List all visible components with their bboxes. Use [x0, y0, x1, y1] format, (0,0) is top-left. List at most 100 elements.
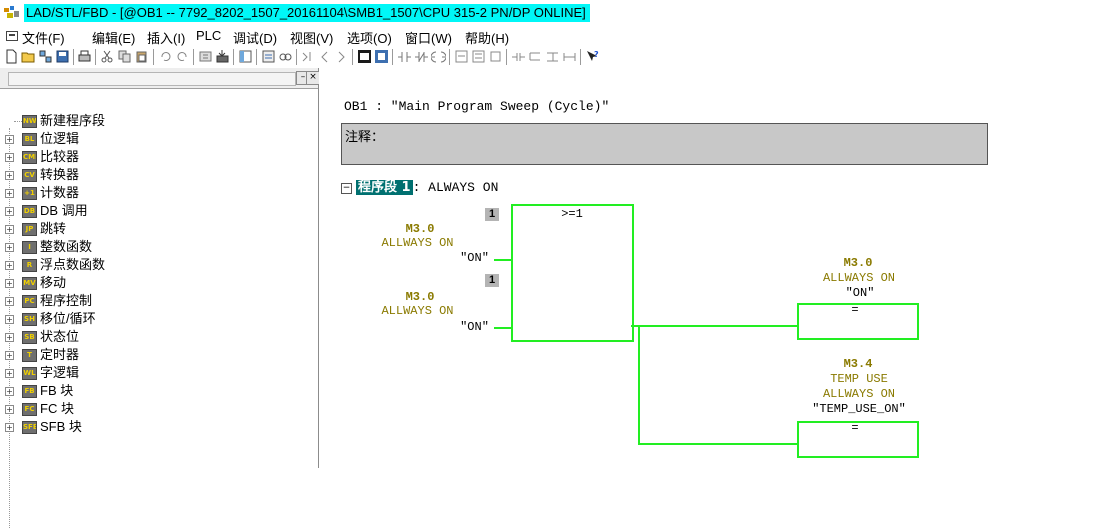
menu-edit[interactable]: 编辑(E) — [92, 28, 135, 47]
toolbar-separator — [449, 49, 450, 65]
redo-icon[interactable] — [175, 49, 190, 64]
coil2-symbol[interactable]: "TEMP_USE_ON" — [800, 402, 918, 416]
normally-closed-icon[interactable] — [414, 49, 429, 64]
accessible-nodes-icon[interactable] — [38, 49, 53, 64]
expand-icon[interactable]: + — [5, 315, 14, 324]
parallel-icon[interactable] — [528, 49, 543, 64]
tree-item-label: SFB 块 — [40, 419, 82, 434]
panel-caption-bar — [8, 72, 296, 86]
overview-icon[interactable] — [238, 49, 253, 64]
monitor-icon[interactable] — [278, 49, 293, 64]
expand-icon[interactable]: + — [5, 423, 14, 432]
or-box[interactable] — [511, 204, 634, 342]
coil1-symbol[interactable]: "ON" — [820, 286, 900, 300]
program-elements-panel: – × NW 新建程序段 + BL 位逻辑 + CMP 比较器 + CV 转换器… — [0, 68, 320, 528]
input2-symbol[interactable]: "ON" — [452, 320, 497, 334]
expand-icon[interactable]: + — [5, 225, 14, 234]
input1-symbol[interactable]: "ON" — [452, 251, 497, 265]
tree-branch — [14, 121, 22, 123]
app-icon — [4, 6, 19, 18]
save-icon[interactable] — [55, 49, 70, 64]
expand-icon[interactable]: + — [5, 135, 14, 144]
expand-icon[interactable]: + — [5, 405, 14, 414]
collapse-icon[interactable]: − — [341, 183, 352, 194]
expand-icon[interactable]: + — [5, 333, 14, 342]
network-label[interactable]: 程序段 1 — [356, 180, 413, 195]
expand-icon[interactable]: + — [5, 387, 14, 396]
next-icon[interactable] — [334, 49, 349, 64]
input2-wire — [494, 327, 511, 329]
coil2-comment-1: TEMP USE — [830, 372, 888, 386]
comparator-icon: CMP — [22, 151, 37, 164]
network-header[interactable]: − 程序段 1: ALWAYS ON — [341, 176, 498, 195]
window-title: LAD/STL/FBD - [@OB1 -- 7792_8202_1507_20… — [24, 4, 590, 22]
coil1-operator: = — [851, 303, 859, 317]
menu-bar: 文件(F) 编辑(E) 插入(I) PLC 调试(D) 视图(V) 选项(O) … — [0, 24, 1111, 46]
toolbar-separator — [153, 49, 154, 65]
junction-icon[interactable] — [562, 49, 577, 64]
paste-icon[interactable] — [134, 49, 149, 64]
stop-icon[interactable] — [488, 49, 503, 64]
system-menu-icon[interactable] — [6, 31, 18, 41]
menu-file[interactable]: 文件(F) — [22, 28, 65, 47]
title-bar[interactable]: LAD/STL/FBD - [@OB1 -- 7792_8202_1507_20… — [0, 0, 1111, 24]
series-icon[interactable] — [511, 49, 526, 64]
network-title[interactable]: : ALWAYS ON — [413, 180, 499, 195]
load-icon[interactable] — [198, 49, 213, 64]
branch-output-wire — [638, 443, 797, 445]
program-elements-icon[interactable] — [261, 49, 276, 64]
network-icon[interactable] — [357, 49, 372, 64]
menu-window[interactable]: 窗口(W) — [405, 28, 452, 47]
function-box-icon[interactable] — [374, 49, 389, 64]
contact-icon[interactable] — [397, 49, 412, 64]
fc-block-icon: FC — [22, 403, 37, 416]
block-comment-field[interactable]: 注释： — [341, 123, 988, 165]
menu-help[interactable]: 帮助(H) — [465, 28, 509, 47]
menu-insert[interactable]: 插入(I) — [147, 28, 185, 47]
expand-icon[interactable]: + — [5, 171, 14, 180]
menu-plc[interactable]: PLC — [196, 28, 221, 43]
program-control-icon: PC — [22, 295, 37, 308]
cut-icon[interactable] — [100, 49, 115, 64]
branch-open-icon[interactable] — [454, 49, 469, 64]
expand-icon[interactable]: + — [5, 279, 14, 288]
expand-icon[interactable]: + — [5, 351, 14, 360]
sfb-block-icon: SFB — [22, 421, 37, 434]
help-icon[interactable]: ? — [585, 49, 600, 64]
coil-icon[interactable] — [431, 49, 446, 64]
expand-icon[interactable]: + — [5, 189, 14, 198]
branch-icon[interactable] — [545, 49, 560, 64]
menu-view[interactable]: 视图(V) — [290, 28, 333, 47]
open-icon[interactable] — [21, 49, 36, 64]
breakpoint-icon[interactable] — [300, 49, 315, 64]
expand-icon[interactable]: + — [5, 369, 14, 378]
expand-icon[interactable]: + — [5, 243, 14, 252]
download-icon[interactable] — [215, 49, 230, 64]
close-icon[interactable]: × — [306, 71, 320, 85]
tree-connector — [9, 128, 11, 528]
new-icon[interactable] — [4, 49, 19, 64]
input2-address[interactable]: M3.0 — [380, 290, 460, 304]
menu-debug[interactable]: 调试(D) — [233, 28, 277, 47]
menu-options[interactable]: 选项(O) — [347, 28, 392, 47]
expand-icon[interactable]: + — [5, 207, 14, 216]
undo-icon[interactable] — [158, 49, 173, 64]
print-icon[interactable] — [77, 49, 92, 64]
previous-icon[interactable] — [317, 49, 332, 64]
move-icon: MV — [22, 277, 37, 290]
new-network-icon: NW — [22, 115, 37, 128]
input1-address[interactable]: M3.0 — [380, 222, 460, 236]
toolbar-separator — [233, 49, 234, 65]
toolbar-separator — [73, 49, 74, 65]
expand-icon[interactable]: + — [5, 261, 14, 270]
tree-item-label: 浮点数函数 — [40, 257, 106, 272]
svg-text:?: ? — [594, 50, 599, 59]
coil2-address[interactable]: M3.4 — [808, 357, 908, 371]
expand-icon[interactable]: + — [5, 153, 14, 162]
coil1-address[interactable]: M3.0 — [808, 256, 908, 270]
copy-icon[interactable] — [117, 49, 132, 64]
status-bit-icon: SB — [22, 331, 37, 344]
counter-icon: +1 — [22, 187, 37, 200]
expand-icon[interactable]: + — [5, 297, 14, 306]
branch-close-icon[interactable] — [471, 49, 486, 64]
